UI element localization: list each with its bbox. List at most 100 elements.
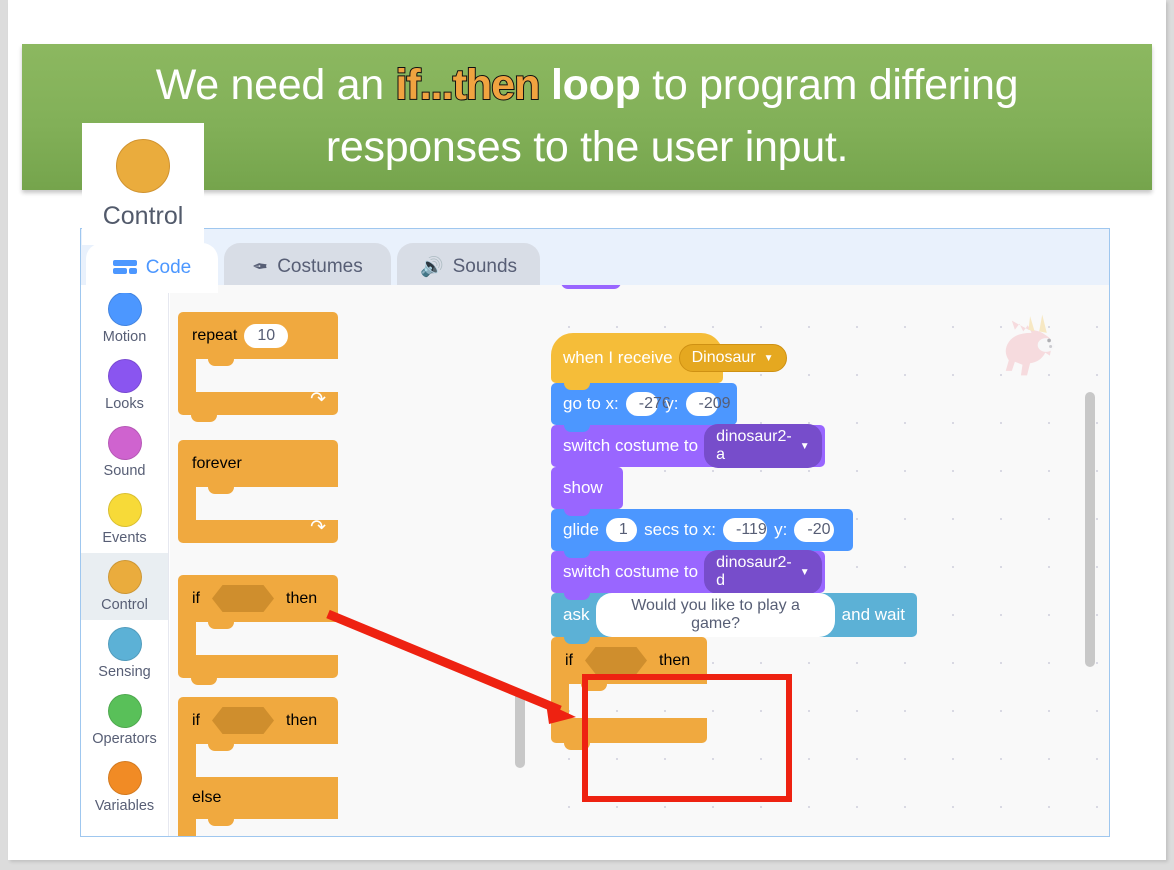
highlight-box — [582, 674, 792, 802]
if-then-block[interactable]: if then — [178, 575, 338, 685]
go-to-y-input[interactable]: -209 — [685, 392, 731, 416]
block-nub — [564, 593, 590, 600]
banner-loop-emphasis: loop — [539, 61, 641, 109]
banner-line-1: We need an if...then loop to program dif… — [22, 54, 1152, 116]
glide-secs-input[interactable]: 1 — [605, 518, 638, 542]
sidebar-item-looks[interactable]: Looks — [81, 352, 168, 419]
sidebar-item-sound-label: Sound — [103, 463, 146, 479]
sidebar-item-my-blocks[interactable] — [81, 821, 168, 836]
forever-block[interactable]: forever ↷ — [178, 440, 338, 543]
sound-color-icon — [107, 426, 142, 460]
loop-arrow-icon: ↷ — [310, 517, 326, 538]
loop-arrow-icon: ↷ — [310, 389, 326, 410]
sidebar-item-motion-label: Motion — [102, 329, 147, 345]
block-nub — [564, 425, 590, 432]
block-category-list: Motion Looks Sound Events Control Sensin… — [81, 285, 169, 836]
costume-dropdown-1[interactable]: dinosaur2-a ▼ — [704, 424, 822, 468]
costume-dropdown-2-value: dinosaur2-d — [716, 554, 792, 589]
go-to-x-input[interactable]: -276 — [625, 392, 671, 416]
tab-code-label: Code — [145, 257, 192, 278]
canvas-scrollbar[interactable] — [1085, 392, 1095, 667]
events-color-icon — [107, 493, 142, 527]
partial-looks-block-above — [561, 285, 621, 289]
sidebar-item-events[interactable]: Events — [81, 486, 168, 553]
chevron-down-icon: ▼ — [799, 566, 810, 578]
block-nub — [564, 637, 590, 644]
if-condition-slot[interactable] — [212, 707, 274, 734]
ask-question-input[interactable]: Would you like to play a game? — [596, 593, 835, 637]
palette-scrollbar[interactable] — [515, 690, 525, 768]
slide-canvas: We need an if...then loop to program dif… — [8, 0, 1166, 860]
sidebar-item-variables[interactable]: Variables — [81, 754, 168, 821]
if-condition-slot[interactable] — [585, 647, 647, 674]
then-label: then — [286, 589, 318, 607]
tab-sounds-label: Sounds — [452, 256, 518, 277]
sidebar-item-sensing[interactable]: Sensing — [81, 620, 168, 687]
switch-costume-label: switch costume to — [563, 562, 699, 581]
block-palette[interactable]: repeat 10 ↷ forever ↷ if then if then el… — [170, 285, 531, 836]
glide-to-x-label: secs to x: — [644, 520, 716, 539]
repeat-block[interactable]: repeat 10 ↷ — [178, 312, 338, 422]
chevron-down-icon: ▼ — [763, 352, 774, 364]
sidebar-item-looks-label: Looks — [105, 396, 144, 412]
when-i-receive-block[interactable]: when I receive Dinosaur ▼ — [551, 333, 787, 383]
glide-block[interactable]: glide 1 secs to x: -119 y: -20 — [551, 509, 853, 551]
block-nub — [564, 467, 590, 474]
and-wait-label: and wait — [841, 605, 905, 624]
repeat-count-input[interactable]: 10 — [244, 323, 289, 348]
switch-costume-block-2[interactable]: switch costume to dinosaur2-d ▼ — [551, 550, 825, 594]
when-i-receive-label: when I receive — [563, 348, 673, 367]
control-callout-label: Control — [102, 202, 184, 230]
if-condition-slot[interactable] — [212, 585, 274, 612]
sidebar-item-control[interactable]: Control — [81, 553, 168, 620]
variables-color-icon — [107, 761, 142, 795]
sidebar-item-sensing-label: Sensing — [98, 664, 151, 680]
brush-icon: ✒ — [252, 256, 269, 278]
code-icon — [112, 259, 137, 277]
show-label: show — [563, 478, 603, 497]
control-color-icon — [107, 560, 142, 594]
forever-label: forever — [192, 454, 242, 472]
tab-costumes[interactable]: ✒ Costumes — [224, 243, 391, 291]
speaker-icon: 🔊 — [419, 257, 444, 278]
editor-tab-bar: Code ✒ Costumes 🔊 Sounds — [81, 229, 1109, 293]
sidebar-item-motion[interactable]: Motion — [81, 285, 168, 352]
motion-color-icon — [107, 292, 142, 326]
tab-code[interactable]: Code — [86, 243, 218, 293]
glide-x-input[interactable]: -119 — [722, 518, 768, 542]
control-circle-icon — [116, 139, 170, 193]
dinosaur-sprite-icon — [1005, 314, 1055, 376]
banner-ifthen-emphasis: if...then — [394, 60, 541, 110]
sidebar-item-variables-label: Variables — [94, 798, 155, 814]
sensing-color-icon — [107, 627, 142, 661]
if-label: if — [565, 651, 573, 669]
message-dropdown[interactable]: Dinosaur ▼ — [678, 344, 787, 372]
sidebar-item-sound[interactable]: Sound — [81, 419, 168, 486]
block-nub — [564, 551, 590, 558]
glide-y-input[interactable]: -20 — [794, 518, 835, 542]
if-then-else-block[interactable]: if then else — [178, 697, 338, 836]
control-callout: Control — [82, 123, 204, 245]
operators-color-icon — [107, 694, 142, 728]
go-to-label: go to x: — [563, 394, 619, 413]
else-label: else — [192, 789, 222, 806]
sidebar-item-events-label: Events — [102, 530, 147, 546]
switch-costume-label: switch costume to — [563, 436, 699, 455]
then-label: then — [659, 651, 691, 669]
costume-dropdown-1-value: dinosaur2-a — [716, 428, 792, 463]
ask-and-wait-block[interactable]: ask Would you like to play a game? and w… — [551, 593, 917, 637]
sidebar-item-control-label: Control — [101, 597, 148, 613]
sidebar-item-operators[interactable]: Operators — [81, 687, 168, 754]
chevron-down-icon: ▼ — [799, 440, 810, 452]
block-nub — [564, 383, 590, 390]
if-label: if — [192, 711, 200, 729]
tab-sounds[interactable]: 🔊 Sounds — [397, 243, 540, 291]
repeat-label: repeat — [192, 326, 238, 344]
switch-costume-block-1[interactable]: switch costume to dinosaur2-a ▼ — [551, 424, 825, 468]
show-block[interactable]: show — [551, 467, 623, 509]
if-label: if — [192, 589, 200, 607]
go-to-y-label: y: — [665, 394, 679, 413]
glide-y-label: y: — [774, 520, 788, 539]
then-label: then — [286, 711, 318, 729]
costume-dropdown-2[interactable]: dinosaur2-d ▼ — [704, 550, 822, 594]
